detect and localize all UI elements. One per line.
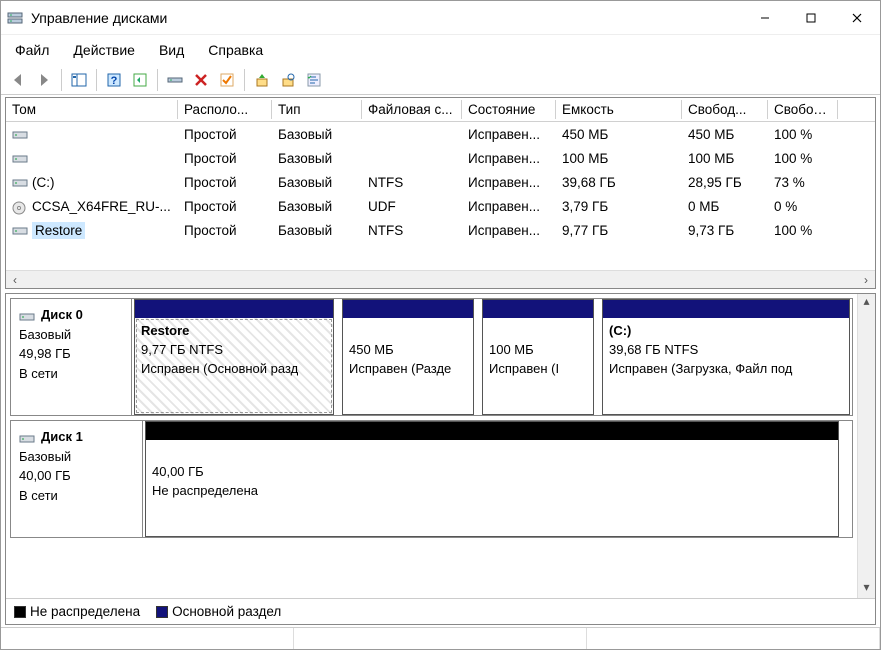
partition-size: 450 МБ (349, 342, 394, 357)
table-row[interactable]: ПростойБазовыйИсправен...450 МБ450 МБ100… (6, 122, 875, 146)
forward-button[interactable] (32, 68, 56, 92)
disk-capacity: 40,00 ГБ (19, 466, 134, 486)
partition-title: Restore (141, 323, 189, 338)
disk-rows: Диск 0Базовый49,98 ГБВ сетиRestore9,77 Г… (6, 294, 857, 598)
col-status[interactable]: Состояние (462, 100, 556, 119)
partition-body: (C:) 39,68 ГБ NTFS Исправен (Загрузка, Фай… (603, 318, 849, 414)
table-header-row: Том Располо... Тип Файловая с... Состоян… (6, 98, 875, 122)
disk-info[interactable]: Диск 1Базовый40,00 ГБВ сети (11, 421, 143, 537)
disk-type: Базовый (19, 325, 123, 345)
disk-type: Базовый (19, 447, 134, 467)
partition[interactable]: (C:) 39,68 ГБ NTFS Исправен (Загрузка, Фай… (602, 299, 850, 415)
partition-size: 100 МБ (489, 342, 534, 357)
table-row[interactable]: ПростойБазовыйИсправен...100 МБ100 МБ100… (6, 146, 875, 170)
table-row[interactable]: CCSA_X64FRE_RU-...ПростойБазовыйUDFИспра… (6, 194, 875, 218)
refresh-button[interactable] (128, 68, 152, 92)
col-capacity[interactable]: Емкость (556, 100, 682, 119)
table-row[interactable]: RestoreПростойБазовыйNTFSИсправен...9,77… (6, 218, 875, 242)
col-filesystem[interactable]: Файловая с... (362, 100, 462, 119)
partition-body: 450 МБ Исправен (Разде (343, 318, 473, 414)
partition-status: Исправен (Основной разд (141, 361, 298, 376)
partition[interactable]: 40,00 ГБ Не распределена (145, 421, 839, 537)
disk-graphical-pane: Диск 0Базовый49,98 ГБВ сетиRestore9,77 Г… (5, 293, 876, 625)
col-type[interactable]: Тип (272, 100, 362, 119)
statusbar (1, 627, 880, 649)
partitions: Restore 9,77 ГБ NTFS Исправен (Основной ра… (132, 299, 852, 415)
partition-stripe (343, 300, 473, 318)
delete-button[interactable] (189, 68, 213, 92)
legend: Не распределена Основной раздел (6, 598, 875, 624)
titlebar: Управление дисками (1, 1, 880, 35)
disk-status: В сети (19, 364, 123, 384)
partition[interactable]: Restore 9,77 ГБ NTFS Исправен (Основной ра… (134, 299, 334, 415)
table-horizontal-scrollbar[interactable]: ‹› (6, 270, 875, 288)
settings-button[interactable] (163, 68, 187, 92)
partition-body: 100 МБ Исправен (I (483, 318, 593, 414)
legend-unallocated: Не распределена (14, 604, 140, 619)
show-hide-tree-button[interactable] (67, 68, 91, 92)
disk-icon (19, 309, 35, 321)
partition-stripe (483, 300, 593, 318)
partition-body: Restore 9,77 ГБ NTFS Исправен (Основной ра… (135, 318, 333, 414)
action-button-2[interactable] (276, 68, 300, 92)
partition-size: 40,00 ГБ (152, 464, 204, 479)
partition-title: (C:) (609, 323, 631, 338)
partition-size: 39,68 ГБ NTFS (609, 342, 698, 357)
col-layout[interactable]: Располо... (178, 100, 272, 119)
svg-text:?: ? (111, 75, 118, 87)
properties-button[interactable] (302, 68, 326, 92)
partition-status: Исправен (Разде (349, 361, 451, 376)
table-body: ПростойБазовыйИсправен...450 МБ450 МБ100… (6, 122, 875, 270)
close-button[interactable] (834, 2, 880, 34)
menu-file[interactable]: Файл (3, 38, 61, 62)
partition-stripe (146, 422, 838, 440)
disk-info[interactable]: Диск 0Базовый49,98 ГБВ сети (11, 299, 132, 415)
disk-icon (19, 431, 35, 443)
menu-action[interactable]: Действие (61, 38, 147, 62)
disk-row: Диск 0Базовый49,98 ГБВ сети Restore 9,77 Г… (10, 298, 853, 416)
minimize-button[interactable] (742, 2, 788, 34)
menu-view[interactable]: Вид (147, 38, 196, 62)
partition-body: 40,00 ГБ Не распределена (146, 440, 838, 536)
col-free-pct[interactable]: Свобод... (768, 100, 838, 119)
partition-status: Исправен (I (489, 361, 559, 376)
menubar: Файл Действие Вид Справка (1, 35, 880, 65)
action-button-1[interactable] (250, 68, 274, 92)
partition-stripe (135, 300, 333, 318)
legend-primary: Основной раздел (156, 604, 281, 619)
menu-help[interactable]: Справка (196, 38, 275, 62)
disk-name: Диск 1 (41, 427, 83, 447)
app-icon (7, 10, 23, 26)
partition-stripe (603, 300, 849, 318)
disk-status: В сети (19, 486, 134, 506)
col-volume[interactable]: Том (6, 100, 178, 119)
disk-vertical-scrollbar[interactable]: ▴▾ (857, 294, 875, 598)
maximize-button[interactable] (788, 2, 834, 34)
partition-status: Исправен (Загрузка, Файл под (609, 361, 792, 376)
disk-name: Диск 0 (41, 305, 83, 325)
partition[interactable]: 450 МБ Исправен (Разде (342, 299, 474, 415)
toolbar: ? (1, 65, 880, 95)
back-button[interactable] (6, 68, 30, 92)
window-title: Управление дисками (31, 10, 167, 26)
disk-capacity: 49,98 ГБ (19, 344, 123, 364)
partition-size: 9,77 ГБ NTFS (141, 342, 223, 357)
volume-table: Том Располо... Тип Файловая с... Состоян… (5, 97, 876, 289)
col-free[interactable]: Свобод... (682, 100, 768, 119)
partition[interactable]: 100 МБ Исправен (I (482, 299, 594, 415)
check-button[interactable] (215, 68, 239, 92)
help-button[interactable]: ? (102, 68, 126, 92)
partitions: 40,00 ГБ Не распределена (143, 421, 852, 537)
table-row[interactable]: (C:)ПростойБазовыйNTFSИсправен...39,68 Г… (6, 170, 875, 194)
partition-status: Не распределена (152, 483, 258, 498)
disk-row: Диск 1Базовый40,00 ГБВ сети40,00 ГБНе ра… (10, 420, 853, 538)
